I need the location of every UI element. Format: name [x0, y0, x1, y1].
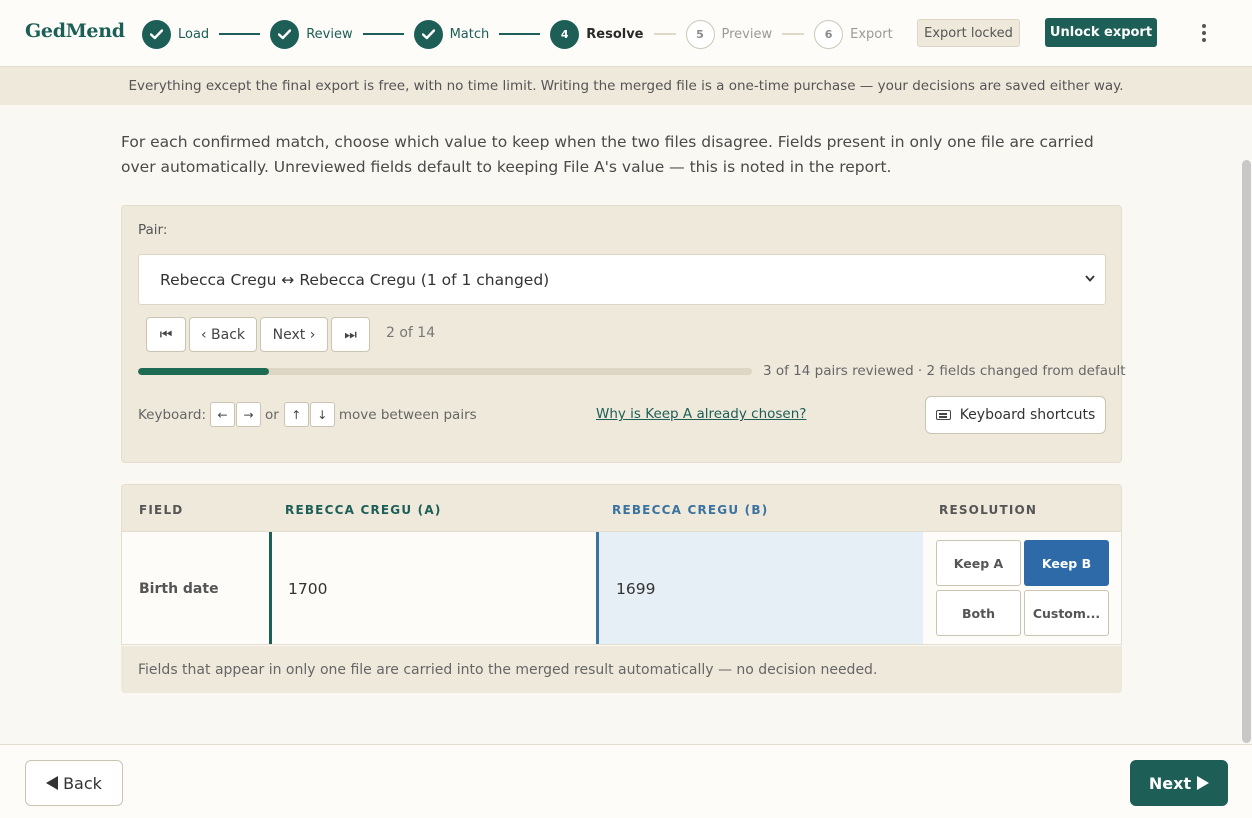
step-number: 5	[685, 19, 715, 49]
back-arrow-icon	[46, 776, 59, 790]
next-pair-button[interactable]: Next ›	[260, 317, 328, 352]
why-keep-a-link[interactable]: Why is Keep A already chosen?	[596, 406, 806, 422]
intro-text: For each confirmed match, choose which v…	[121, 133, 1094, 176]
step-resolve[interactable]: 4 Resolve	[550, 19, 644, 49]
last-pair-button[interactable]: ⏭	[331, 317, 370, 352]
resolution-buttons: Keep A Keep B Both Custom...	[923, 532, 1121, 644]
unlock-export-button[interactable]: Unlock export	[1045, 18, 1157, 47]
back-label: Back	[63, 773, 102, 793]
up-arrow-key: ↑	[283, 402, 309, 427]
row-field-name: Birth date	[122, 532, 269, 644]
keep-both-button[interactable]: Both	[936, 590, 1021, 636]
next-label: Next	[1148, 773, 1192, 793]
step-label-preview: Preview	[721, 26, 773, 42]
pair-select[interactable]: Rebecca Cregu ↔ Rebecca Cregu (1 of 1 ch…	[138, 254, 1106, 305]
check-icon	[270, 19, 300, 49]
custom-value-button[interactable]: Custom...	[1024, 590, 1109, 636]
export-locked-badge: Export locked	[917, 19, 1020, 47]
step-preview[interactable]: 5 Preview	[685, 19, 773, 49]
step-label-export: Export	[850, 26, 893, 42]
next-arrow-icon	[1197, 776, 1210, 790]
check-icon	[142, 19, 171, 49]
step-export[interactable]: 6 Export	[814, 19, 893, 49]
pair-label: Pair:	[138, 222, 168, 238]
down-arrow-key: ↓	[309, 402, 335, 427]
pair-position: 2 of 14	[386, 325, 436, 341]
keyboard-shortcuts-button[interactable]: Keyboard shortcuts	[925, 396, 1106, 434]
column-header-file-a: REBECCA CREGU (A)	[285, 503, 442, 517]
pricing-banner: Everything except the final export is fr…	[0, 67, 1252, 105]
step-number: 4	[550, 19, 580, 49]
step-number: 6	[814, 19, 844, 49]
step-label-match: Match	[449, 26, 490, 42]
step-connector	[499, 33, 541, 35]
row-value-b: 1699	[596, 532, 923, 644]
app-logo: GedMend	[25, 20, 125, 42]
step-connector	[362, 33, 404, 35]
back-button[interactable]: Back	[25, 760, 123, 806]
keyboard-shortcuts-label: Keyboard shortcuts	[959, 407, 1096, 423]
review-progress-bar	[138, 368, 752, 375]
pair-panel: Pair: Rebecca Cregu ↔ Rebecca Cregu (1 o…	[121, 205, 1126, 463]
column-header-field: FIELD	[139, 503, 184, 517]
step-match[interactable]: Match	[413, 19, 490, 49]
single-file-note: Fields that appear in only one file are …	[121, 646, 1122, 693]
table-header: FIELD REBECCA CREGU (A) REBECCA CREGU (B…	[122, 485, 1121, 532]
pair-select-value: Rebecca Cregu ↔ Rebecca Cregu (1 of 1 ch…	[160, 270, 550, 289]
step-connector	[219, 33, 261, 35]
step-label-resolve: Resolve	[586, 26, 644, 42]
previous-pair-button[interactable]: ‹ Back	[189, 317, 257, 352]
keyboard-icon	[935, 410, 951, 420]
next-button[interactable]: Next	[1130, 760, 1228, 806]
review-progress-text: 3 of 14 pairs reviewed · 2 fields change…	[763, 363, 1126, 379]
header: GedMend Load Review Match 4 Resolve 5 Pr…	[0, 0, 1252, 67]
row-value-a: 1700	[269, 532, 596, 644]
first-pair-button[interactable]: ⏮	[146, 317, 186, 352]
left-arrow-key: ←	[210, 402, 236, 427]
keyboard-hint-suffix: move between pairs	[338, 406, 477, 423]
keep-b-button[interactable]: Keep B	[1024, 540, 1109, 586]
step-label-load: Load	[178, 26, 210, 42]
step-connector	[782, 33, 805, 35]
step-review[interactable]: Review	[270, 19, 353, 49]
step-connector	[653, 33, 676, 35]
check-icon	[413, 19, 443, 49]
kebab-menu-icon[interactable]	[1194, 22, 1214, 44]
keyboard-hint-or: or	[265, 406, 279, 423]
resolution-table: FIELD REBECCA CREGU (A) REBECCA CREGU (B…	[121, 484, 1122, 645]
step-label-review: Review	[306, 26, 353, 42]
keyboard-hint: Keyboard: ← → or ↑ ↓ move between pairs	[138, 402, 481, 427]
keep-a-button[interactable]: Keep A	[936, 540, 1021, 586]
review-progress-fill	[138, 368, 270, 375]
scrollbar-thumb[interactable]	[1242, 160, 1251, 743]
step-load[interactable]: Load	[142, 19, 210, 49]
keyboard-hint-prefix: Keyboard:	[138, 406, 207, 423]
column-header-resolution: RESOLUTION	[939, 503, 1038, 517]
stepper: Load Review Match 4 Resolve 5 Preview 6 …	[142, 19, 893, 49]
column-header-file-b: REBECCA CREGU (B)	[612, 503, 769, 517]
right-arrow-key: →	[236, 402, 262, 427]
footer: Back Next	[0, 744, 1252, 818]
chevron-down-icon	[1085, 272, 1095, 285]
